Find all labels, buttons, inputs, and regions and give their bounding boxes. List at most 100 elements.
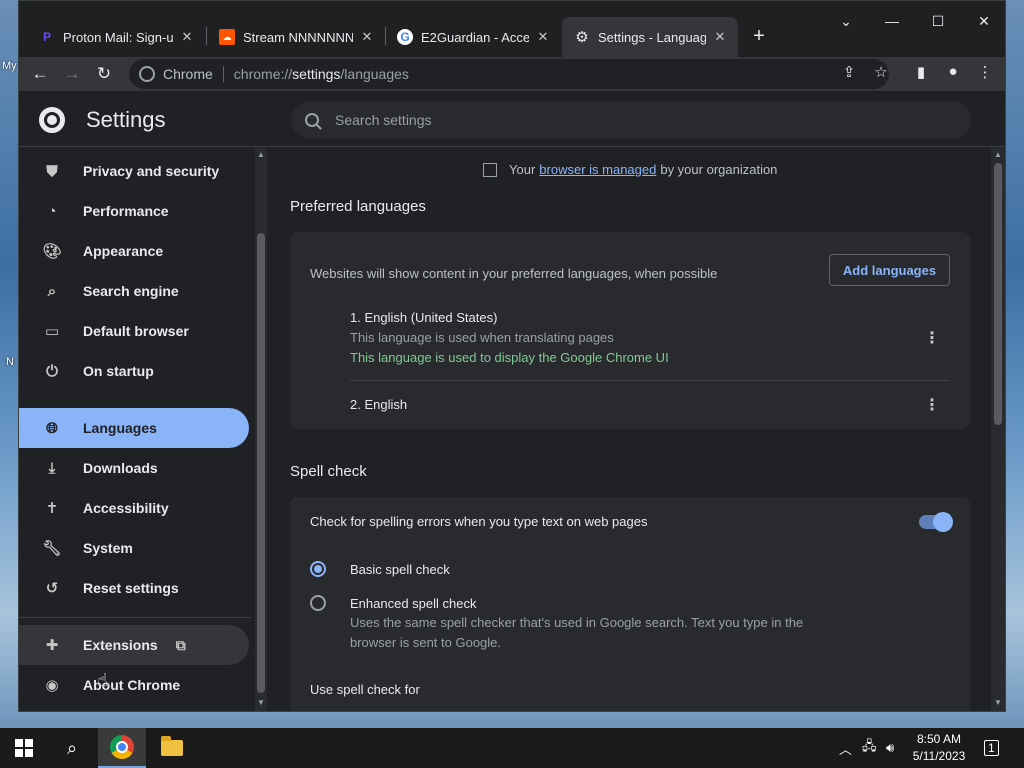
tray-chevron-icon[interactable]: ︿ (839, 728, 852, 768)
address-bar[interactable]: Chrome chrome:// settings /languages (129, 59, 889, 89)
profile-icon[interactable]: ● (942, 63, 964, 80)
chrome-icon: ◉ (45, 677, 59, 694)
sidebar-item-privacy[interactable]: ⛊ Privacy and security (19, 151, 249, 191)
tab-settings[interactable]: ⚙ Settings - Languages ✕ (562, 17, 738, 57)
scroll-thumb[interactable] (994, 163, 1002, 425)
tab-e2guardian[interactable]: G E2Guardian - Access ✕ (385, 17, 561, 57)
forward-icon[interactable]: → (59, 61, 85, 87)
scroll-down-icon[interactable]: ▼ (993, 698, 1003, 707)
close-window-icon[interactable]: ✕ (969, 13, 999, 30)
google-icon: G (397, 29, 413, 45)
spell-check-toggle[interactable] (919, 512, 953, 532)
tab-proton[interactable]: P Proton Mail: Sign-up ✕ (27, 17, 205, 57)
search-icon: ⌕ (47, 282, 57, 300)
taskbar-file-explorer[interactable] (148, 728, 196, 768)
scroll-up-icon[interactable]: ▲ (993, 150, 1003, 159)
maximize-icon[interactable]: ☐ (923, 13, 953, 30)
globe-icon: 🌐︎ (45, 419, 58, 437)
download-icon: ⤓ (48, 459, 56, 477)
share-icon[interactable]: ⇪ (838, 63, 860, 81)
sidebar-item-default-browser[interactable]: ▭ Default browser (19, 311, 249, 351)
sidebar-item-label: Extensions (83, 637, 158, 653)
sidebar-item-label: System (83, 540, 133, 556)
clock-time: 8:50 AM (916, 732, 962, 746)
language-more-icon[interactable]: ⋮ (922, 328, 942, 348)
sidebar-item-reset[interactable]: ↺ Reset settings (19, 568, 249, 608)
tab-close-icon[interactable]: ✕ (712, 29, 728, 45)
sidebar-scrollbar[interactable]: ▲ ▼ (255, 148, 267, 711)
taskbar-chrome[interactable] (98, 728, 146, 768)
enhanced-spell-check-description: Uses the same spell checker that's used … (350, 615, 804, 650)
sidebar-item-extensions[interactable]: ✚ Extensions ⧉ (19, 625, 249, 665)
puzzle-icon: ✚ (45, 637, 59, 654)
sidebar-item-downloads[interactable]: ⤓ Downloads (19, 448, 249, 488)
basic-spell-check-label: Basic spell check (350, 562, 450, 577)
search-settings[interactable] (291, 101, 971, 139)
preferred-languages-title: Preferred languages (290, 198, 426, 215)
scroll-up-icon[interactable]: ▲ (256, 150, 266, 159)
windows-logo-icon (15, 739, 33, 757)
sidebar-item-label: On startup (83, 363, 154, 379)
menu-icon[interactable]: ⋮ (974, 63, 996, 81)
new-tab-icon[interactable]: + (747, 25, 771, 47)
settings-page: Settings ⛊ Privacy and security ◔ Perfor… (19, 91, 1005, 711)
desktop-icon-label: My (2, 60, 17, 72)
back-icon[interactable]: ← (27, 61, 53, 87)
enhanced-spell-check-label: Enhanced spell check (350, 596, 477, 611)
managed-text-before: Your (509, 162, 536, 177)
tab-stream[interactable]: ☁ Stream NNNNNNNN ✕ (207, 17, 385, 57)
spell-check-card: Check for spelling errors when you type … (290, 497, 970, 711)
sidebar-item-label: Downloads (83, 460, 158, 476)
folder-icon (161, 736, 183, 756)
sidebar-item-about[interactable]: ◉ About Chrome (19, 665, 249, 705)
language-name: 2. English (350, 397, 408, 412)
settings-header: Settings (19, 91, 1005, 147)
scroll-down-icon[interactable]: ▼ (256, 698, 266, 707)
network-icon[interactable]: 🖧︎ (862, 728, 877, 768)
reload-icon[interactable]: ↻ (91, 61, 117, 87)
add-languages-button[interactable]: Add languages (829, 254, 950, 286)
managed-link[interactable]: browser is managed (539, 162, 656, 177)
sidebar-item-label: Search engine (83, 283, 179, 299)
taskbar: ⌕ ︿ 🖧︎ 🔊︎ 8:50 AM 5/11/2023 1 (0, 728, 1024, 768)
use-spell-check-for-label: Use spell check for (310, 682, 420, 697)
proton-icon: P (42, 30, 51, 44)
sidebar-item-languages[interactable]: 🌐︎ Languages (19, 408, 249, 448)
language-more-icon[interactable]: ⋮ (922, 395, 942, 415)
side-panel-icon[interactable]: ▮ (910, 63, 932, 81)
tab-close-icon[interactable]: ✕ (535, 29, 551, 45)
minimize-icon[interactable]: — (877, 13, 907, 29)
language-translate-note: This language is used when translating p… (350, 330, 614, 345)
search-input[interactable] (335, 112, 915, 128)
main-scrollbar[interactable]: ▲ ▼ (991, 148, 1005, 711)
speedometer-icon: ◔ (47, 202, 57, 220)
sidebar-item-search-engine[interactable]: ⌕ Search engine (19, 271, 249, 311)
tab-close-icon[interactable]: ✕ (179, 29, 195, 45)
sidebar-item-label: Appearance (83, 243, 164, 259)
sidebar-item-appearance[interactable]: 🎨︎ Appearance (19, 231, 249, 271)
taskbar-search-icon[interactable]: ⌕ (48, 728, 96, 768)
sidebar-item-system[interactable]: 🔧︎ System (19, 528, 249, 568)
system-clock[interactable]: 8:50 AM 5/11/2023 (906, 731, 972, 765)
chrome-site-icon (139, 66, 155, 82)
start-button[interactable] (0, 728, 48, 768)
sidebar-item-accessibility[interactable]: ✝ Accessibility (19, 488, 249, 528)
settings-sidebar: ⛊ Privacy and security ◔ Performance 🎨︎ … (19, 148, 269, 711)
notification-icon[interactable]: 1 (984, 728, 999, 768)
enhanced-spell-check-radio[interactable] (310, 595, 326, 611)
mouse-cursor-icon: ☝ (97, 670, 108, 690)
row-divider (350, 380, 950, 381)
scroll-thumb[interactable] (257, 233, 265, 693)
desktop-icon-label: N (6, 356, 14, 368)
volume-icon[interactable]: 🔊︎ (886, 728, 894, 768)
tab-close-icon[interactable]: ✕ (359, 29, 375, 45)
url-host: settings (292, 66, 341, 82)
sidebar-item-on-startup[interactable]: ⏻ On startup (19, 351, 249, 391)
spell-check-toggle-label: Check for spelling errors when you type … (310, 514, 648, 529)
sidebar-item-performance[interactable]: ◔ Performance (19, 191, 249, 231)
tab-search-icon[interactable]: ⌄ (831, 13, 861, 30)
bookmark-star-icon[interactable]: ☆ (870, 63, 892, 81)
basic-spell-check-radio[interactable] (310, 561, 326, 577)
building-icon (483, 162, 497, 177)
tab-title: Settings - Languages (598, 29, 706, 45)
